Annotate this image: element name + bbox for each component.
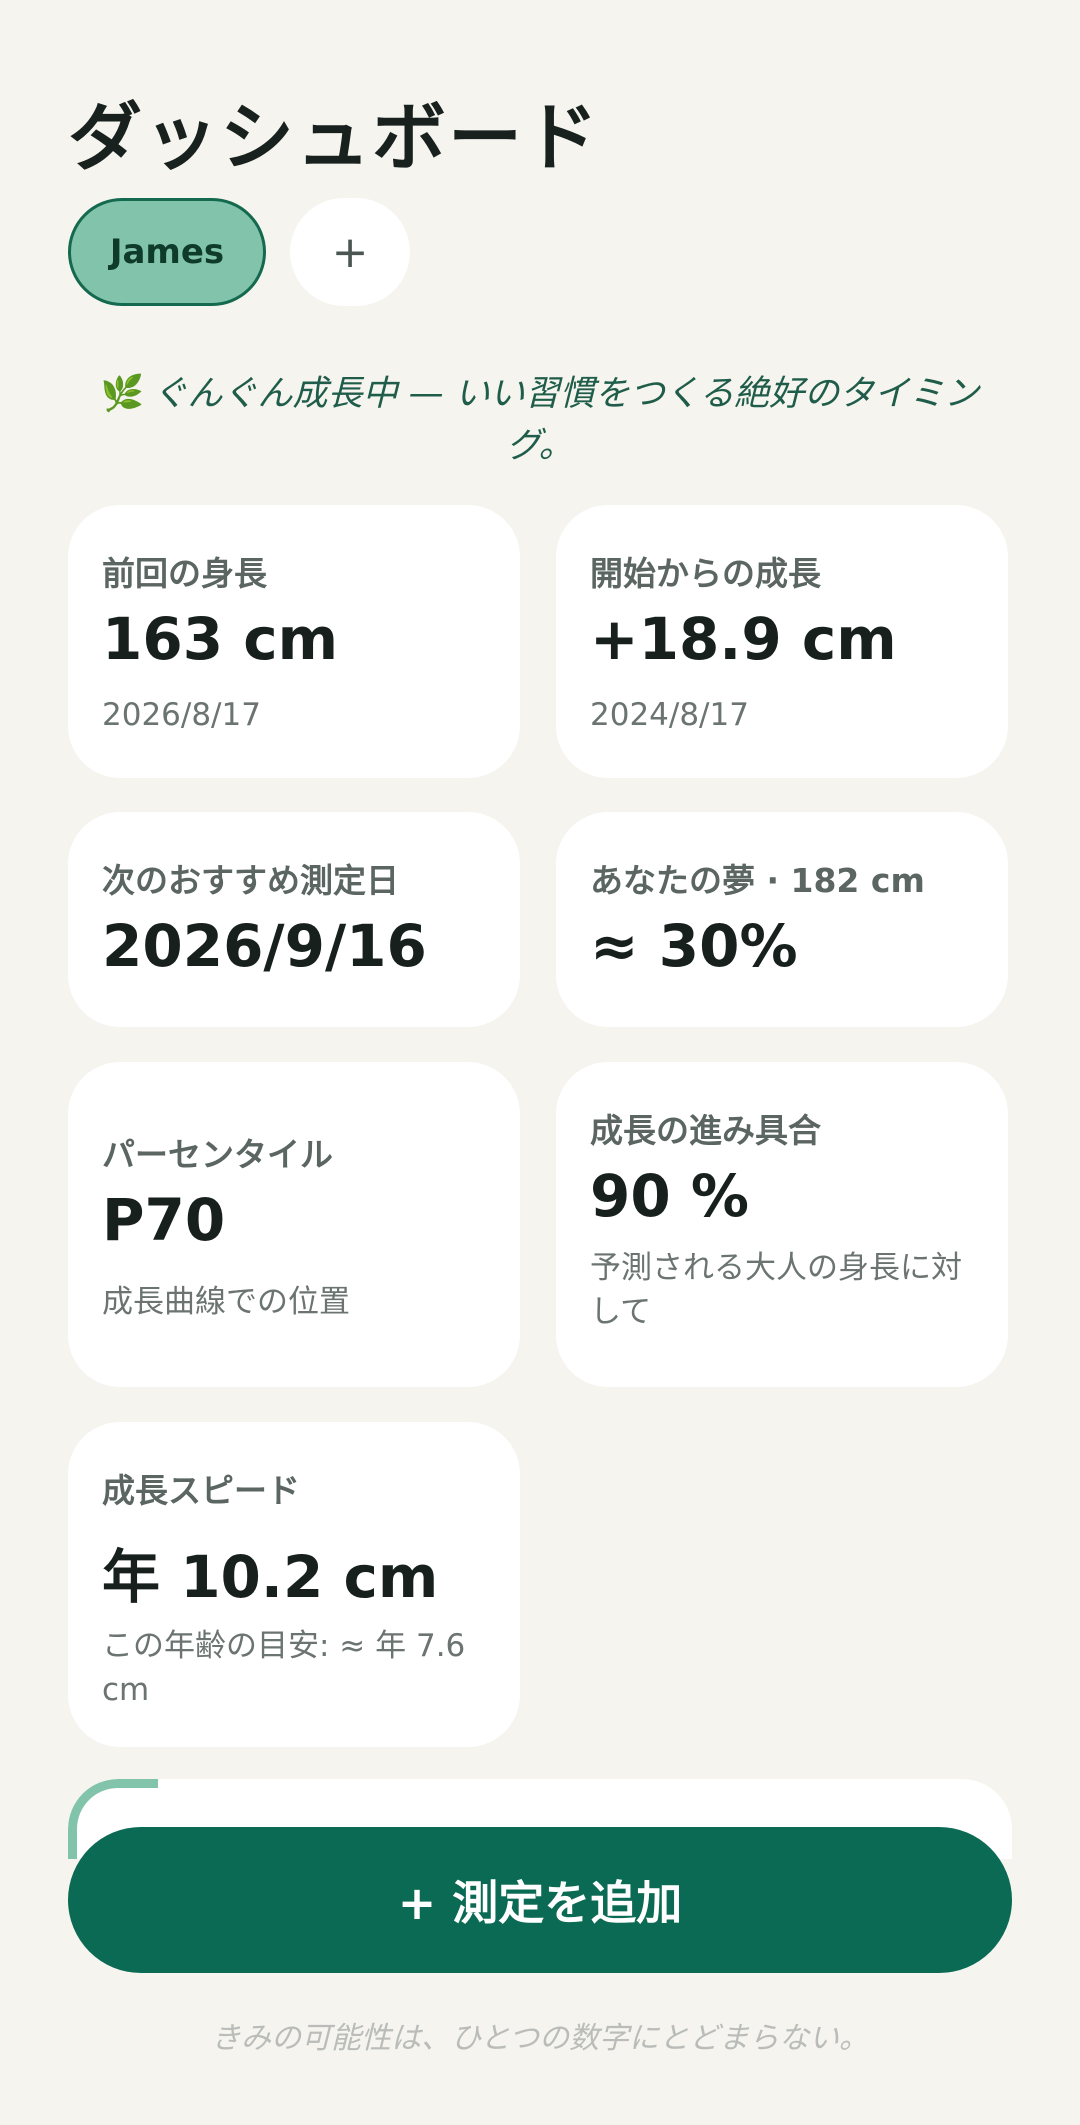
card-next-measurement[interactable]: 次のおすすめ測定日 2026/9/16 xyxy=(68,812,520,1027)
card-growth-speed[interactable]: 成長スピード 年 10.2 cm この年齢の目安: ≈ 年 7.6 cm xyxy=(68,1422,520,1747)
card-value: 年 10.2 cm xyxy=(102,1543,439,1611)
card-label: 成長スピード xyxy=(102,1471,300,1510)
card-growth-progress[interactable]: 成長の進み具合 90 % 予測される大人の身長に対して xyxy=(556,1062,1008,1387)
card-last-height[interactable]: 前回の身長 163 cm 2026/8/17 xyxy=(68,505,520,778)
card-sub: 予測される大人の身長に対して xyxy=(590,1250,962,1330)
card-sub: 成長曲線での位置 xyxy=(102,1284,350,1320)
card-value: 2026/9/16 xyxy=(102,912,427,980)
card-value: 90 % xyxy=(590,1162,750,1230)
dashboard-screen: ダッシュボード James + 🌿 ぐんぐん成長中 — いい習慣をつくる絶好のタイ… xyxy=(0,0,1080,2125)
growth-message-text: ぐんぐん成長中 — いい習慣をつくる絶好のタイミング。 xyxy=(152,374,980,466)
card-dream-height[interactable]: あなたの夢 · 182 cm ≈ 30% xyxy=(556,812,1008,1027)
card-label: 成長の進み具合 xyxy=(590,1111,821,1150)
card-label: あなたの夢 · 182 cm xyxy=(590,861,925,900)
card-percentile[interactable]: パーセンタイル P70 成長曲線での位置 xyxy=(68,1062,520,1387)
card-label: 開始からの成長 xyxy=(590,554,821,593)
page-title: ダッシュボード xyxy=(68,95,600,181)
card-sub: 2024/8/17 xyxy=(590,697,749,733)
footer-motto: きみの可能性は、ひとつの数字にとどまらない。 xyxy=(211,2021,869,2056)
profile-chip-james[interactable]: James xyxy=(68,198,266,306)
add-profile-button[interactable]: + xyxy=(290,198,410,306)
card-label: パーセンタイル xyxy=(102,1135,333,1174)
card-value: P70 xyxy=(102,1186,226,1254)
card-growth-since-start[interactable]: 開始からの成長 +18.9 cm 2024/8/17 xyxy=(556,505,1008,778)
card-sub: この年齢の目安: ≈ 年 7.6 cm xyxy=(102,1628,466,1708)
growth-message: 🌿 ぐんぐん成長中 — いい習慣をつくる絶好のタイミング。 xyxy=(90,368,990,472)
leaf-icon: 🌿 xyxy=(100,374,145,414)
card-label: 前回の身長 xyxy=(102,554,267,593)
card-sub: 2026/8/17 xyxy=(102,697,261,733)
card-value: 163 cm xyxy=(102,605,339,673)
card-value: ≈ 30% xyxy=(590,912,798,980)
card-value: +18.9 cm xyxy=(590,605,897,673)
card-label: 次のおすすめ測定日 xyxy=(102,861,399,900)
plus-icon: + xyxy=(331,226,369,278)
profile-selector: James + xyxy=(68,198,410,306)
add-measurement-button[interactable]: + 測定を追加 xyxy=(68,1827,1012,1973)
